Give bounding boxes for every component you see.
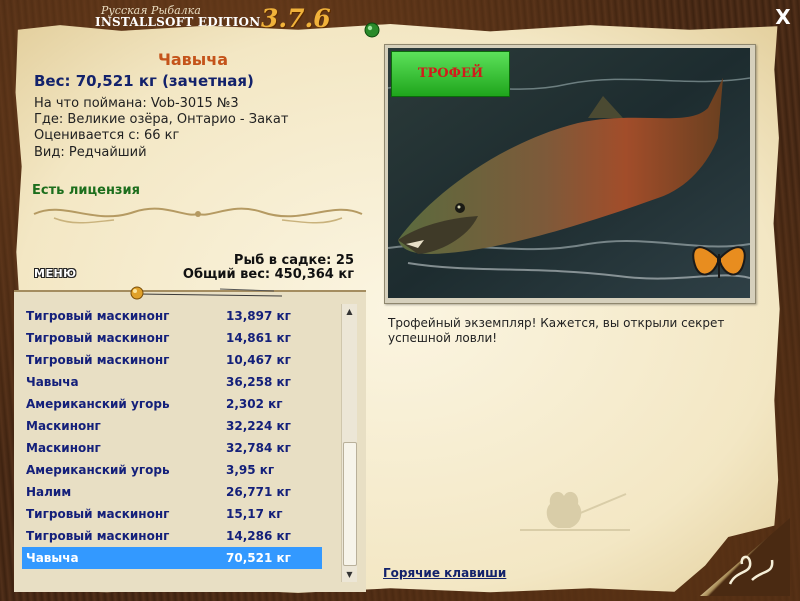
catch-list-row[interactable]: Налим 26,771 кг bbox=[22, 481, 322, 503]
catch-fish-name: Чавыча bbox=[26, 375, 79, 389]
catch-fish-name: Американский угорь bbox=[26, 397, 170, 411]
catch-fish-weight: 32,784 кг bbox=[226, 441, 291, 455]
fish-name: Чавыча bbox=[157, 50, 229, 69]
catch-list-row[interactable]: Чавыча 36,258 кг bbox=[22, 371, 322, 393]
catch-fish-name: Налим bbox=[26, 485, 72, 499]
fish-price: Оценивается с: 66 кг bbox=[34, 128, 180, 143]
catch-list-row[interactable]: Тигровый маскинонг 10,467 кг bbox=[22, 349, 322, 371]
catch-list-row[interactable]: Тигровый маскинонг 15,17 кг bbox=[22, 503, 322, 525]
catch-fish-weight: 14,861 кг bbox=[226, 331, 291, 345]
catch-list-row[interactable]: Тигровый маскинонг 14,286 кг bbox=[22, 525, 322, 547]
menu-button[interactable]: МЕНЮ bbox=[34, 267, 77, 280]
catch-fish-weight: 14,286 кг bbox=[226, 529, 291, 543]
catch-list-row[interactable]: Маскинонг 32,224 кг bbox=[22, 415, 322, 437]
catch-fish-weight: 32,224 кг bbox=[226, 419, 291, 433]
trophy-badge-label: ТРОФЕЙ bbox=[417, 66, 484, 81]
fish-location: Где: Великие озёра, Онтарио - Закат bbox=[34, 112, 289, 127]
catch-list-row[interactable]: Тигровый маскинонг 14,861 кг bbox=[22, 327, 322, 349]
scroll-up-icon[interactable]: ▲ bbox=[342, 304, 357, 319]
pushpin-icon bbox=[364, 22, 380, 38]
catch-fish-weight: 70,521 кг bbox=[226, 551, 291, 565]
catch-fish-name: Тигровый маскинонг bbox=[26, 529, 170, 543]
catch-fish-weight: 3,95 кг bbox=[226, 463, 275, 477]
catch-fish-name: Тигровый маскинонг bbox=[26, 309, 170, 323]
catch-fish-name: Тигровый маскинонг bbox=[26, 507, 170, 521]
fish-rarity: Вид: Редчайший bbox=[34, 145, 147, 160]
catch-fish-weight: 2,302 кг bbox=[226, 397, 283, 411]
catch-fish-weight: 13,897 кг bbox=[226, 309, 291, 323]
fisherman-silhouette-icon bbox=[520, 491, 630, 531]
fish-weight: Вес: 70,521 кг (зачетная) bbox=[34, 72, 254, 90]
catch-fish-name: Маскинонг bbox=[26, 441, 101, 455]
catch-list-row[interactable]: Тигровый маскинонг 13,897 кг bbox=[22, 305, 322, 327]
trophy-message: Трофейный экземпляр! Кажется, вы открыли… bbox=[388, 316, 725, 345]
curl-ornament-icon bbox=[728, 555, 774, 585]
catch-list[interactable]: Тигровый маскинонг 13,897 кг Тигровый маск… bbox=[22, 305, 322, 569]
hotkeys-link[interactable]: Горячие клавиши bbox=[383, 566, 506, 580]
catch-fish-weight: 36,258 кг bbox=[226, 375, 291, 389]
catch-fish-weight: 15,17 кг bbox=[226, 507, 283, 521]
catch-fish-name: Чавыча bbox=[26, 551, 79, 565]
catch-fish-weight: 10,467 кг bbox=[226, 353, 291, 367]
fish-count: Рыб в садке: 25 bbox=[233, 253, 354, 268]
divider-ornament-icon bbox=[33, 207, 363, 224]
catch-list-row[interactable]: Американский угорь 2,302 кг bbox=[22, 393, 322, 415]
scroll-down-icon[interactable]: ▼ bbox=[342, 567, 357, 582]
catch-fish-name: Американский угорь bbox=[26, 463, 170, 477]
catch-fish-name: Тигровый маскинонг bbox=[26, 353, 170, 367]
catch-list-row[interactable]: Маскинонг 32,784 кг bbox=[22, 437, 322, 459]
total-weight: Общий вес: 450,364 кг bbox=[182, 267, 354, 282]
fish-bait: На что поймана: Vob-3015 №3 bbox=[34, 96, 239, 111]
catch-list-row[interactable]: Американский угорь 3,95 кг bbox=[22, 459, 322, 481]
catch-list-scrollbar[interactable]: ▲ ▼ bbox=[341, 304, 357, 582]
catch-fish-name: Маскинонг bbox=[26, 419, 101, 433]
catch-list-row[interactable]: Чавыча 70,521 кг bbox=[22, 547, 322, 569]
trophy-badge: ТРОФЕЙ bbox=[391, 51, 510, 97]
logo-edition: INSTALLSOFT EDITION bbox=[95, 15, 261, 29]
fishing-bobber-icon bbox=[130, 286, 283, 300]
close-button[interactable]: X bbox=[772, 6, 794, 28]
catch-fish-weight: 26,771 кг bbox=[226, 485, 291, 499]
scroll-thumb[interactable] bbox=[343, 442, 357, 566]
catch-fish-name: Тигровый маскинонг bbox=[26, 331, 170, 345]
